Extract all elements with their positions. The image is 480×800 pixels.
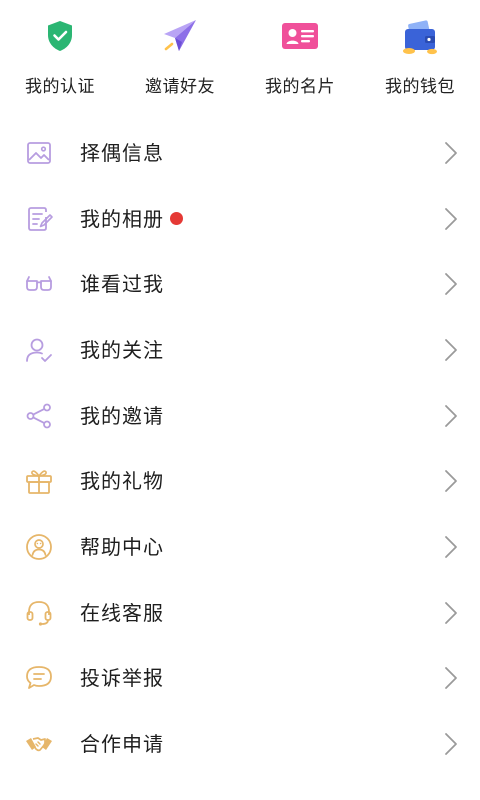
menu-item-label: 我的邀请 xyxy=(80,401,164,431)
menu-item-label: 谁看过我 xyxy=(80,269,164,299)
menu-item-label: 择偶信息 xyxy=(80,138,164,168)
menu-item-label: 我的相册 xyxy=(80,204,183,234)
chevron-right-icon xyxy=(444,469,458,493)
handshake-icon xyxy=(24,729,54,759)
chevron-right-icon xyxy=(444,338,458,362)
paper-plane-icon xyxy=(160,16,200,56)
menu-item-my-invitations[interactable]: 我的邀请 xyxy=(0,383,480,449)
help-person-icon xyxy=(24,532,54,562)
quick-action-grid: 我的认证 邀请好友 我的名片 我的钱包 xyxy=(0,0,480,112)
quick-action-label: 邀请好友 xyxy=(145,77,215,97)
quick-action-label: 我的钱包 xyxy=(385,77,455,97)
menu-item-label: 我的礼物 xyxy=(80,466,164,496)
menu-item-label: 投诉举报 xyxy=(80,663,164,693)
chevron-right-icon xyxy=(444,666,458,690)
menu-item-text: 择偶信息 xyxy=(80,140,164,165)
menu-item-online-support[interactable]: 在线客服 xyxy=(0,580,480,646)
edit-note-icon xyxy=(24,204,54,234)
menu-item-text: 我的相册 xyxy=(80,206,164,231)
menu-item-my-follows[interactable]: 我的关注 xyxy=(0,317,480,383)
menu-item-text: 我的礼物 xyxy=(80,469,164,494)
chevron-right-icon xyxy=(444,535,458,559)
quick-action-invite-friends[interactable]: 邀请好友 xyxy=(120,0,240,112)
menu-item-text: 我的邀请 xyxy=(80,403,164,428)
quick-action-label: 我的名片 xyxy=(265,77,335,97)
chevron-right-icon xyxy=(444,141,458,165)
menu-item-text: 合作申请 xyxy=(80,732,164,757)
user-follow-icon xyxy=(24,335,54,365)
quick-action-wallet[interactable]: 我的钱包 xyxy=(360,0,480,112)
chevron-right-icon xyxy=(444,404,458,428)
headset-icon xyxy=(24,598,54,628)
menu-item-my-album[interactable]: 我的相册 xyxy=(0,186,480,252)
menu-item-label: 我的关注 xyxy=(80,335,164,365)
chat-bubble-icon xyxy=(24,663,54,693)
id-card-icon xyxy=(280,16,320,56)
menu-item-label: 合作申请 xyxy=(80,729,164,759)
menu-item-text: 我的关注 xyxy=(80,337,164,362)
chevron-right-icon xyxy=(444,732,458,756)
wallet-icon xyxy=(400,16,440,56)
gift-icon xyxy=(24,466,54,496)
menu-list: 择偶信息 我的相册 谁看过我 我的关注 我的邀请 我的礼物 帮助中心 在线客服 … xyxy=(0,120,480,777)
menu-item-text: 投诉举报 xyxy=(80,666,164,691)
menu-item-who-viewed-me[interactable]: 谁看过我 xyxy=(0,251,480,317)
chevron-right-icon xyxy=(444,601,458,625)
quick-action-label: 我的认证 xyxy=(25,77,95,97)
quick-action-business-card[interactable]: 我的名片 xyxy=(240,0,360,112)
quick-action-certification[interactable]: 我的认证 xyxy=(0,0,120,112)
menu-item-help-center[interactable]: 帮助中心 xyxy=(0,514,480,580)
chevron-right-icon xyxy=(444,207,458,231)
menu-item-text: 谁看过我 xyxy=(80,272,164,297)
chevron-right-icon xyxy=(444,272,458,296)
glasses-icon xyxy=(24,269,54,299)
profile-menu-page: 我的认证 邀请好友 我的名片 我的钱包 择偶信息 我的相册 谁看过我 我的关注 … xyxy=(0,0,480,800)
menu-item-text: 在线客服 xyxy=(80,600,164,625)
share-icon xyxy=(24,401,54,431)
menu-item-label: 帮助中心 xyxy=(80,532,164,562)
menu-item-report[interactable]: 投诉举报 xyxy=(0,646,480,712)
menu-item-text: 帮助中心 xyxy=(80,534,164,559)
unread-badge-dot xyxy=(170,212,183,226)
shield-check-icon xyxy=(40,16,80,56)
menu-item-partner-preferences[interactable]: 择偶信息 xyxy=(0,120,480,186)
menu-item-my-gifts[interactable]: 我的礼物 xyxy=(0,448,480,514)
menu-item-partnership-application[interactable]: 合作申请 xyxy=(0,711,480,777)
image-icon xyxy=(24,138,54,168)
menu-item-label: 在线客服 xyxy=(80,598,164,628)
